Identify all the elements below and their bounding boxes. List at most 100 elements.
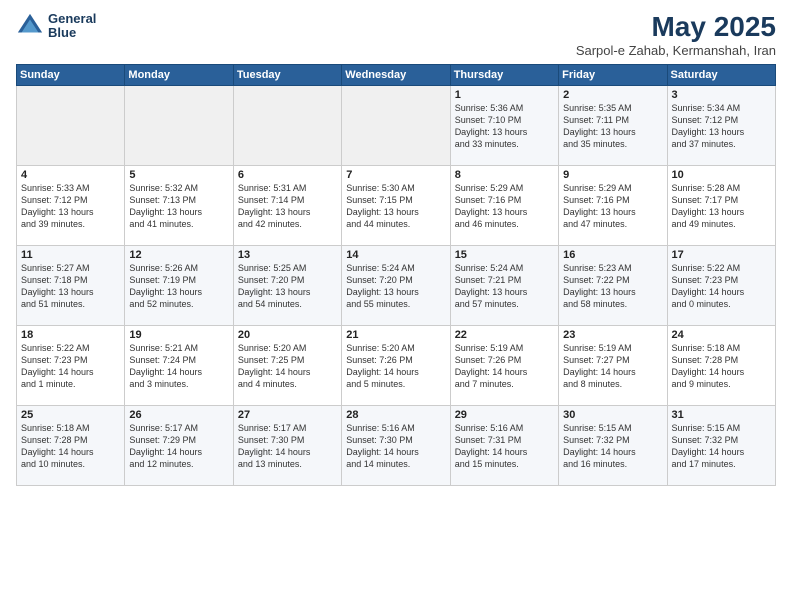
day-number: 28: [346, 409, 445, 421]
cell-info: Sunrise: 5:17 AM Sunset: 7:30 PM Dayligh…: [238, 422, 337, 471]
calendar-cell: 19Sunrise: 5:21 AM Sunset: 7:24 PM Dayli…: [125, 325, 233, 405]
day-number: 8: [455, 169, 554, 181]
calendar-cell: 14Sunrise: 5:24 AM Sunset: 7:20 PM Dayli…: [342, 245, 450, 325]
weekday-header: Tuesday: [233, 64, 341, 85]
cell-info: Sunrise: 5:26 AM Sunset: 7:19 PM Dayligh…: [129, 262, 228, 311]
day-number: 21: [346, 329, 445, 341]
cell-info: Sunrise: 5:20 AM Sunset: 7:25 PM Dayligh…: [238, 342, 337, 391]
calendar-table: SundayMondayTuesdayWednesdayThursdayFrid…: [16, 64, 776, 486]
calendar-cell: 11Sunrise: 5:27 AM Sunset: 7:18 PM Dayli…: [17, 245, 125, 325]
day-number: 27: [238, 409, 337, 421]
calendar-cell: 16Sunrise: 5:23 AM Sunset: 7:22 PM Dayli…: [559, 245, 667, 325]
calendar-cell: 13Sunrise: 5:25 AM Sunset: 7:20 PM Dayli…: [233, 245, 341, 325]
cell-info: Sunrise: 5:19 AM Sunset: 7:27 PM Dayligh…: [563, 342, 662, 391]
logo-text: General Blue: [48, 12, 96, 41]
calendar-cell: [17, 85, 125, 165]
cell-info: Sunrise: 5:15 AM Sunset: 7:32 PM Dayligh…: [563, 422, 662, 471]
calendar-cell: 18Sunrise: 5:22 AM Sunset: 7:23 PM Dayli…: [17, 325, 125, 405]
calendar-cell: 30Sunrise: 5:15 AM Sunset: 7:32 PM Dayli…: [559, 405, 667, 485]
cell-info: Sunrise: 5:19 AM Sunset: 7:26 PM Dayligh…: [455, 342, 554, 391]
calendar-cell: 24Sunrise: 5:18 AM Sunset: 7:28 PM Dayli…: [667, 325, 775, 405]
day-number: 5: [129, 169, 228, 181]
day-number: 3: [672, 89, 771, 101]
cell-info: Sunrise: 5:27 AM Sunset: 7:18 PM Dayligh…: [21, 262, 120, 311]
month-title: May 2025: [576, 12, 776, 43]
page: General Blue May 2025 Sarpol-e Zahab, Ke…: [0, 0, 792, 612]
calendar-cell: 17Sunrise: 5:22 AM Sunset: 7:23 PM Dayli…: [667, 245, 775, 325]
calendar-cell: [233, 85, 341, 165]
title-block: May 2025 Sarpol-e Zahab, Kermanshah, Ira…: [576, 12, 776, 58]
cell-info: Sunrise: 5:24 AM Sunset: 7:20 PM Dayligh…: [346, 262, 445, 311]
calendar-cell: 29Sunrise: 5:16 AM Sunset: 7:31 PM Dayli…: [450, 405, 558, 485]
calendar-cell: 6Sunrise: 5:31 AM Sunset: 7:14 PM Daylig…: [233, 165, 341, 245]
calendar-cell: 27Sunrise: 5:17 AM Sunset: 7:30 PM Dayli…: [233, 405, 341, 485]
logo-icon: [16, 12, 44, 40]
weekday-header: Monday: [125, 64, 233, 85]
day-number: 17: [672, 249, 771, 261]
logo: General Blue: [16, 12, 96, 41]
weekday-header: Thursday: [450, 64, 558, 85]
calendar-cell: 1Sunrise: 5:36 AM Sunset: 7:10 PM Daylig…: [450, 85, 558, 165]
calendar-cell: 20Sunrise: 5:20 AM Sunset: 7:25 PM Dayli…: [233, 325, 341, 405]
day-number: 30: [563, 409, 662, 421]
day-number: 22: [455, 329, 554, 341]
cell-info: Sunrise: 5:29 AM Sunset: 7:16 PM Dayligh…: [455, 182, 554, 231]
calendar-week-row: 18Sunrise: 5:22 AM Sunset: 7:23 PM Dayli…: [17, 325, 776, 405]
calendar-week-row: 11Sunrise: 5:27 AM Sunset: 7:18 PM Dayli…: [17, 245, 776, 325]
day-number: 20: [238, 329, 337, 341]
day-number: 23: [563, 329, 662, 341]
day-number: 2: [563, 89, 662, 101]
day-number: 12: [129, 249, 228, 261]
calendar-cell: 2Sunrise: 5:35 AM Sunset: 7:11 PM Daylig…: [559, 85, 667, 165]
cell-info: Sunrise: 5:28 AM Sunset: 7:17 PM Dayligh…: [672, 182, 771, 231]
cell-info: Sunrise: 5:21 AM Sunset: 7:24 PM Dayligh…: [129, 342, 228, 391]
cell-info: Sunrise: 5:17 AM Sunset: 7:29 PM Dayligh…: [129, 422, 228, 471]
cell-info: Sunrise: 5:32 AM Sunset: 7:13 PM Dayligh…: [129, 182, 228, 231]
calendar-cell: [125, 85, 233, 165]
day-number: 16: [563, 249, 662, 261]
weekday-header: Friday: [559, 64, 667, 85]
calendar-cell: 3Sunrise: 5:34 AM Sunset: 7:12 PM Daylig…: [667, 85, 775, 165]
cell-info: Sunrise: 5:16 AM Sunset: 7:30 PM Dayligh…: [346, 422, 445, 471]
cell-info: Sunrise: 5:31 AM Sunset: 7:14 PM Dayligh…: [238, 182, 337, 231]
cell-info: Sunrise: 5:18 AM Sunset: 7:28 PM Dayligh…: [672, 342, 771, 391]
calendar-week-row: 4Sunrise: 5:33 AM Sunset: 7:12 PM Daylig…: [17, 165, 776, 245]
day-number: 19: [129, 329, 228, 341]
calendar-cell: 28Sunrise: 5:16 AM Sunset: 7:30 PM Dayli…: [342, 405, 450, 485]
calendar-cell: 25Sunrise: 5:18 AM Sunset: 7:28 PM Dayli…: [17, 405, 125, 485]
calendar-week-row: 25Sunrise: 5:18 AM Sunset: 7:28 PM Dayli…: [17, 405, 776, 485]
day-number: 9: [563, 169, 662, 181]
calendar-cell: 21Sunrise: 5:20 AM Sunset: 7:26 PM Dayli…: [342, 325, 450, 405]
location-subtitle: Sarpol-e Zahab, Kermanshah, Iran: [576, 43, 776, 58]
cell-info: Sunrise: 5:15 AM Sunset: 7:32 PM Dayligh…: [672, 422, 771, 471]
day-number: 10: [672, 169, 771, 181]
day-number: 4: [21, 169, 120, 181]
header: General Blue May 2025 Sarpol-e Zahab, Ke…: [16, 12, 776, 58]
cell-info: Sunrise: 5:20 AM Sunset: 7:26 PM Dayligh…: [346, 342, 445, 391]
calendar-cell: 7Sunrise: 5:30 AM Sunset: 7:15 PM Daylig…: [342, 165, 450, 245]
calendar-cell: 23Sunrise: 5:19 AM Sunset: 7:27 PM Dayli…: [559, 325, 667, 405]
weekday-header: Saturday: [667, 64, 775, 85]
day-number: 1: [455, 89, 554, 101]
day-number: 7: [346, 169, 445, 181]
cell-info: Sunrise: 5:22 AM Sunset: 7:23 PM Dayligh…: [21, 342, 120, 391]
weekday-header: Wednesday: [342, 64, 450, 85]
weekday-header: Sunday: [17, 64, 125, 85]
day-number: 13: [238, 249, 337, 261]
calendar-cell: 31Sunrise: 5:15 AM Sunset: 7:32 PM Dayli…: [667, 405, 775, 485]
calendar-cell: 22Sunrise: 5:19 AM Sunset: 7:26 PM Dayli…: [450, 325, 558, 405]
calendar-cell: 15Sunrise: 5:24 AM Sunset: 7:21 PM Dayli…: [450, 245, 558, 325]
cell-info: Sunrise: 5:29 AM Sunset: 7:16 PM Dayligh…: [563, 182, 662, 231]
day-number: 25: [21, 409, 120, 421]
cell-info: Sunrise: 5:22 AM Sunset: 7:23 PM Dayligh…: [672, 262, 771, 311]
cell-info: Sunrise: 5:33 AM Sunset: 7:12 PM Dayligh…: [21, 182, 120, 231]
calendar-cell: 5Sunrise: 5:32 AM Sunset: 7:13 PM Daylig…: [125, 165, 233, 245]
day-number: 18: [21, 329, 120, 341]
calendar-week-row: 1Sunrise: 5:36 AM Sunset: 7:10 PM Daylig…: [17, 85, 776, 165]
calendar-cell: 8Sunrise: 5:29 AM Sunset: 7:16 PM Daylig…: [450, 165, 558, 245]
day-number: 26: [129, 409, 228, 421]
day-number: 14: [346, 249, 445, 261]
day-number: 15: [455, 249, 554, 261]
calendar-body: 1Sunrise: 5:36 AM Sunset: 7:10 PM Daylig…: [17, 85, 776, 485]
day-number: 6: [238, 169, 337, 181]
